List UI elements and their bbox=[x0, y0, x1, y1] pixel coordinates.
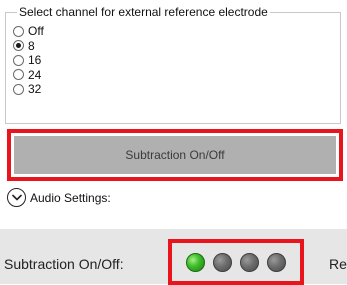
subtraction-toggle-button[interactable]: Subtraction On/Off bbox=[14, 136, 336, 174]
subtraction-button-highlight: Subtraction On/Off bbox=[7, 129, 343, 181]
status-led-1 bbox=[186, 252, 205, 272]
radio-label: 24 bbox=[28, 67, 42, 82]
radio-label: Off bbox=[28, 24, 44, 39]
radio-label: 32 bbox=[28, 82, 42, 97]
radio-option-16[interactable]: 16 bbox=[13, 53, 44, 68]
radio-option-off[interactable]: Off bbox=[13, 24, 44, 39]
status-led-4 bbox=[267, 252, 286, 272]
status-bar: Subtraction On/Off: Re bbox=[0, 229, 347, 285]
reference-group-title: Select channel for external reference el… bbox=[17, 5, 270, 20]
radio-option-24[interactable]: 24 bbox=[13, 68, 44, 83]
radio-button[interactable] bbox=[13, 69, 24, 81]
truncated-label: Re bbox=[329, 256, 347, 272]
status-led-2 bbox=[213, 252, 232, 272]
subtraction-leds-highlight bbox=[168, 239, 304, 285]
radio-button[interactable] bbox=[13, 54, 24, 66]
reference-channel-radio-list: Off 8 16 24 32 bbox=[13, 24, 44, 97]
radio-option-8[interactable]: 8 bbox=[13, 39, 44, 54]
radio-button[interactable] bbox=[13, 40, 24, 52]
subtraction-status-label: Subtraction On/Off: bbox=[4, 256, 124, 272]
audio-settings-label: Audio Settings: bbox=[30, 190, 111, 205]
radio-label: 8 bbox=[28, 38, 35, 53]
chevron-down-icon[interactable] bbox=[7, 188, 26, 207]
status-led-3 bbox=[240, 252, 259, 272]
radio-label: 16 bbox=[28, 53, 42, 68]
reference-channel-group bbox=[5, 12, 341, 124]
radio-option-32[interactable]: 32 bbox=[13, 82, 44, 97]
radio-button[interactable] bbox=[13, 83, 24, 95]
audio-settings-expander[interactable]: Audio Settings: bbox=[7, 188, 111, 207]
radio-button[interactable] bbox=[13, 25, 24, 37]
